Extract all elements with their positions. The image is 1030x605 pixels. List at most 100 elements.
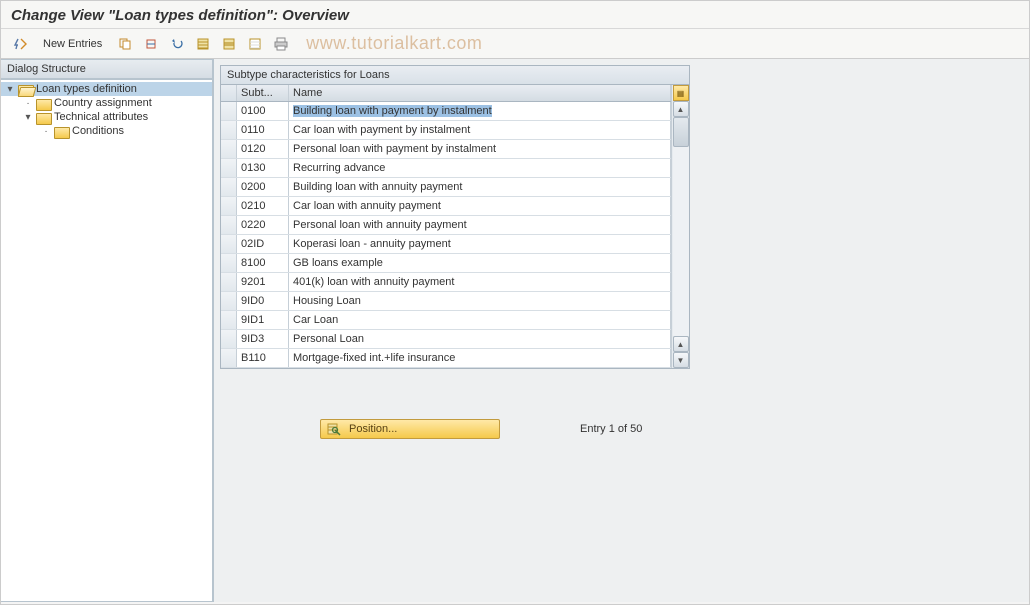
position-button[interactable]: Position...: [320, 419, 500, 439]
table-header-row: Subt... Name: [221, 85, 671, 102]
cell-subtype[interactable]: 02ID: [237, 235, 289, 253]
print-icon[interactable]: [270, 34, 292, 54]
select-all-icon[interactable]: [192, 34, 214, 54]
cell-subtype[interactable]: 9ID0: [237, 292, 289, 310]
table-row[interactable]: 9ID0Housing Loan: [221, 292, 671, 311]
cell-name[interactable]: 401(k) loan with annuity payment: [289, 273, 671, 291]
cell-subtype[interactable]: 9201: [237, 273, 289, 291]
new-entries-button[interactable]: New Entries: [35, 34, 110, 54]
table-row[interactable]: 9ID1Car Loan: [221, 311, 671, 330]
table-row[interactable]: 9201401(k) loan with annuity payment: [221, 273, 671, 292]
cell-name[interactable]: Building loan with annuity payment: [289, 178, 671, 196]
table-row[interactable]: 0100Building loan with payment by instal…: [221, 102, 671, 121]
table-row[interactable]: 0110Car loan with payment by instalment: [221, 121, 671, 140]
toolbar: New Entries www.tutorialkart.com: [1, 29, 1029, 59]
cell-subtype[interactable]: 0210: [237, 197, 289, 215]
cell-name[interactable]: Recurring advance: [289, 159, 671, 177]
position-button-label: Position...: [349, 423, 397, 435]
table-body: 0100Building loan with payment by instal…: [221, 102, 671, 368]
row-selector[interactable]: [221, 330, 237, 348]
scroll-down-icon[interactable]: ▼: [673, 352, 689, 368]
tree: ▾ Loan types definition·Country assignmen…: [1, 79, 213, 602]
row-selector[interactable]: [221, 121, 237, 139]
tree-item-label: Conditions: [72, 125, 124, 137]
cell-subtype[interactable]: B110: [237, 349, 289, 367]
table-row[interactable]: 0120Personal loan with payment by instal…: [221, 140, 671, 159]
folder-icon: [36, 97, 51, 109]
cell-subtype[interactable]: 9ID3: [237, 330, 289, 348]
table-row[interactable]: 0210Car loan with annuity payment: [221, 197, 671, 216]
scroll-thumb[interactable]: [673, 117, 689, 147]
tree-item-conditions[interactable]: · Conditions: [1, 124, 212, 138]
toggle-display-change-icon[interactable]: [9, 34, 31, 54]
tree-item-technical-attributes[interactable]: ▾ Technical attributes: [1, 110, 212, 124]
row-selector[interactable]: [221, 140, 237, 158]
folder-open-icon: [18, 83, 33, 95]
row-selector[interactable]: [221, 235, 237, 253]
dialog-structure-panel: Dialog Structure ▾Loan types definition·…: [1, 59, 214, 602]
cell-subtype[interactable]: 9ID1: [237, 311, 289, 329]
row-selector[interactable]: [221, 216, 237, 234]
cell-name[interactable]: Housing Loan: [289, 292, 671, 310]
scroll-up-icon[interactable]: ▲: [673, 101, 689, 117]
table-row[interactable]: 02IDKoperasi loan - annuity payment: [221, 235, 671, 254]
table-row[interactable]: 0220Personal loan with annuity payment: [221, 216, 671, 235]
row-selector[interactable]: [221, 159, 237, 177]
column-header-name[interactable]: Name: [289, 85, 671, 101]
row-selector[interactable]: [221, 102, 237, 120]
vertical-scrollbar[interactable]: ▦ ▲ ▲ ▼: [671, 85, 689, 368]
cell-name[interactable]: Personal Loan: [289, 330, 671, 348]
row-selector[interactable]: [221, 178, 237, 196]
tree-item-country-assignment[interactable]: ·Country assignment: [1, 96, 212, 110]
configure-columns-icon[interactable]: ▦: [673, 85, 689, 101]
cell-subtype[interactable]: 0120: [237, 140, 289, 158]
cell-subtype[interactable]: 0220: [237, 216, 289, 234]
cell-subtype[interactable]: 0110: [237, 121, 289, 139]
cell-subtype[interactable]: 0200: [237, 178, 289, 196]
tree-item-loan-types-definition[interactable]: ▾ Loan types definition: [1, 82, 212, 96]
cell-subtype[interactable]: 8100: [237, 254, 289, 272]
row-selector[interactable]: [221, 311, 237, 329]
cell-name[interactable]: Car loan with payment by instalment: [289, 121, 671, 139]
undo-icon[interactable]: [166, 34, 188, 54]
select-block-icon[interactable]: [218, 34, 240, 54]
table-row[interactable]: 0200Building loan with annuity payment: [221, 178, 671, 197]
table-row[interactable]: B110Mortgage-fixed int.+life insurance: [221, 349, 671, 368]
cell-subtype[interactable]: 0130: [237, 159, 289, 177]
cell-name[interactable]: Building loan with payment by instalment: [289, 102, 671, 120]
table-row[interactable]: 8100GB loans example: [221, 254, 671, 273]
cell-name[interactable]: GB loans example: [289, 254, 671, 272]
position-icon: [327, 422, 341, 436]
scroll-down-near-icon[interactable]: ▲: [673, 336, 689, 352]
copy-as-icon[interactable]: [114, 34, 136, 54]
row-selector[interactable]: [221, 349, 237, 367]
table-row[interactable]: 0130Recurring advance: [221, 159, 671, 178]
expander-icon[interactable]: ·: [41, 126, 51, 137]
cell-subtype[interactable]: 0100: [237, 102, 289, 120]
column-header-subtype[interactable]: Subt...: [237, 85, 289, 101]
cell-name[interactable]: Personal loan with annuity payment: [289, 216, 671, 234]
expander-icon[interactable]: ▾: [5, 84, 15, 95]
cell-name[interactable]: Mortgage-fixed int.+life insurance: [289, 349, 671, 367]
row-selector-header: [221, 85, 237, 101]
deselect-all-icon[interactable]: [244, 34, 266, 54]
table-title: Subtype characteristics for Loans: [221, 66, 689, 85]
scroll-track[interactable]: [673, 117, 689, 336]
cell-name[interactable]: Personal loan with payment by instalment: [289, 140, 671, 158]
tree-item-label: Technical attributes: [54, 111, 148, 123]
row-selector[interactable]: [221, 292, 237, 310]
row-selector[interactable]: [221, 273, 237, 291]
table-row[interactable]: 9ID3Personal Loan: [221, 330, 671, 349]
cell-name[interactable]: Car Loan: [289, 311, 671, 329]
expander-icon[interactable]: ▾: [23, 112, 33, 123]
row-selector[interactable]: [221, 197, 237, 215]
tree-item-label: Loan types definition: [36, 83, 137, 95]
cell-name[interactable]: Car loan with annuity payment: [289, 197, 671, 215]
subtype-table: Subtype characteristics for Loans Subt..…: [220, 65, 690, 369]
watermark-text: www.tutorialkart.com: [306, 33, 482, 54]
page-title: Change View "Loan types definition": Ove…: [1, 1, 1029, 28]
delete-icon[interactable]: [140, 34, 162, 54]
cell-name[interactable]: Koperasi loan - annuity payment: [289, 235, 671, 253]
expander-icon[interactable]: ·: [23, 98, 33, 109]
row-selector[interactable]: [221, 254, 237, 272]
